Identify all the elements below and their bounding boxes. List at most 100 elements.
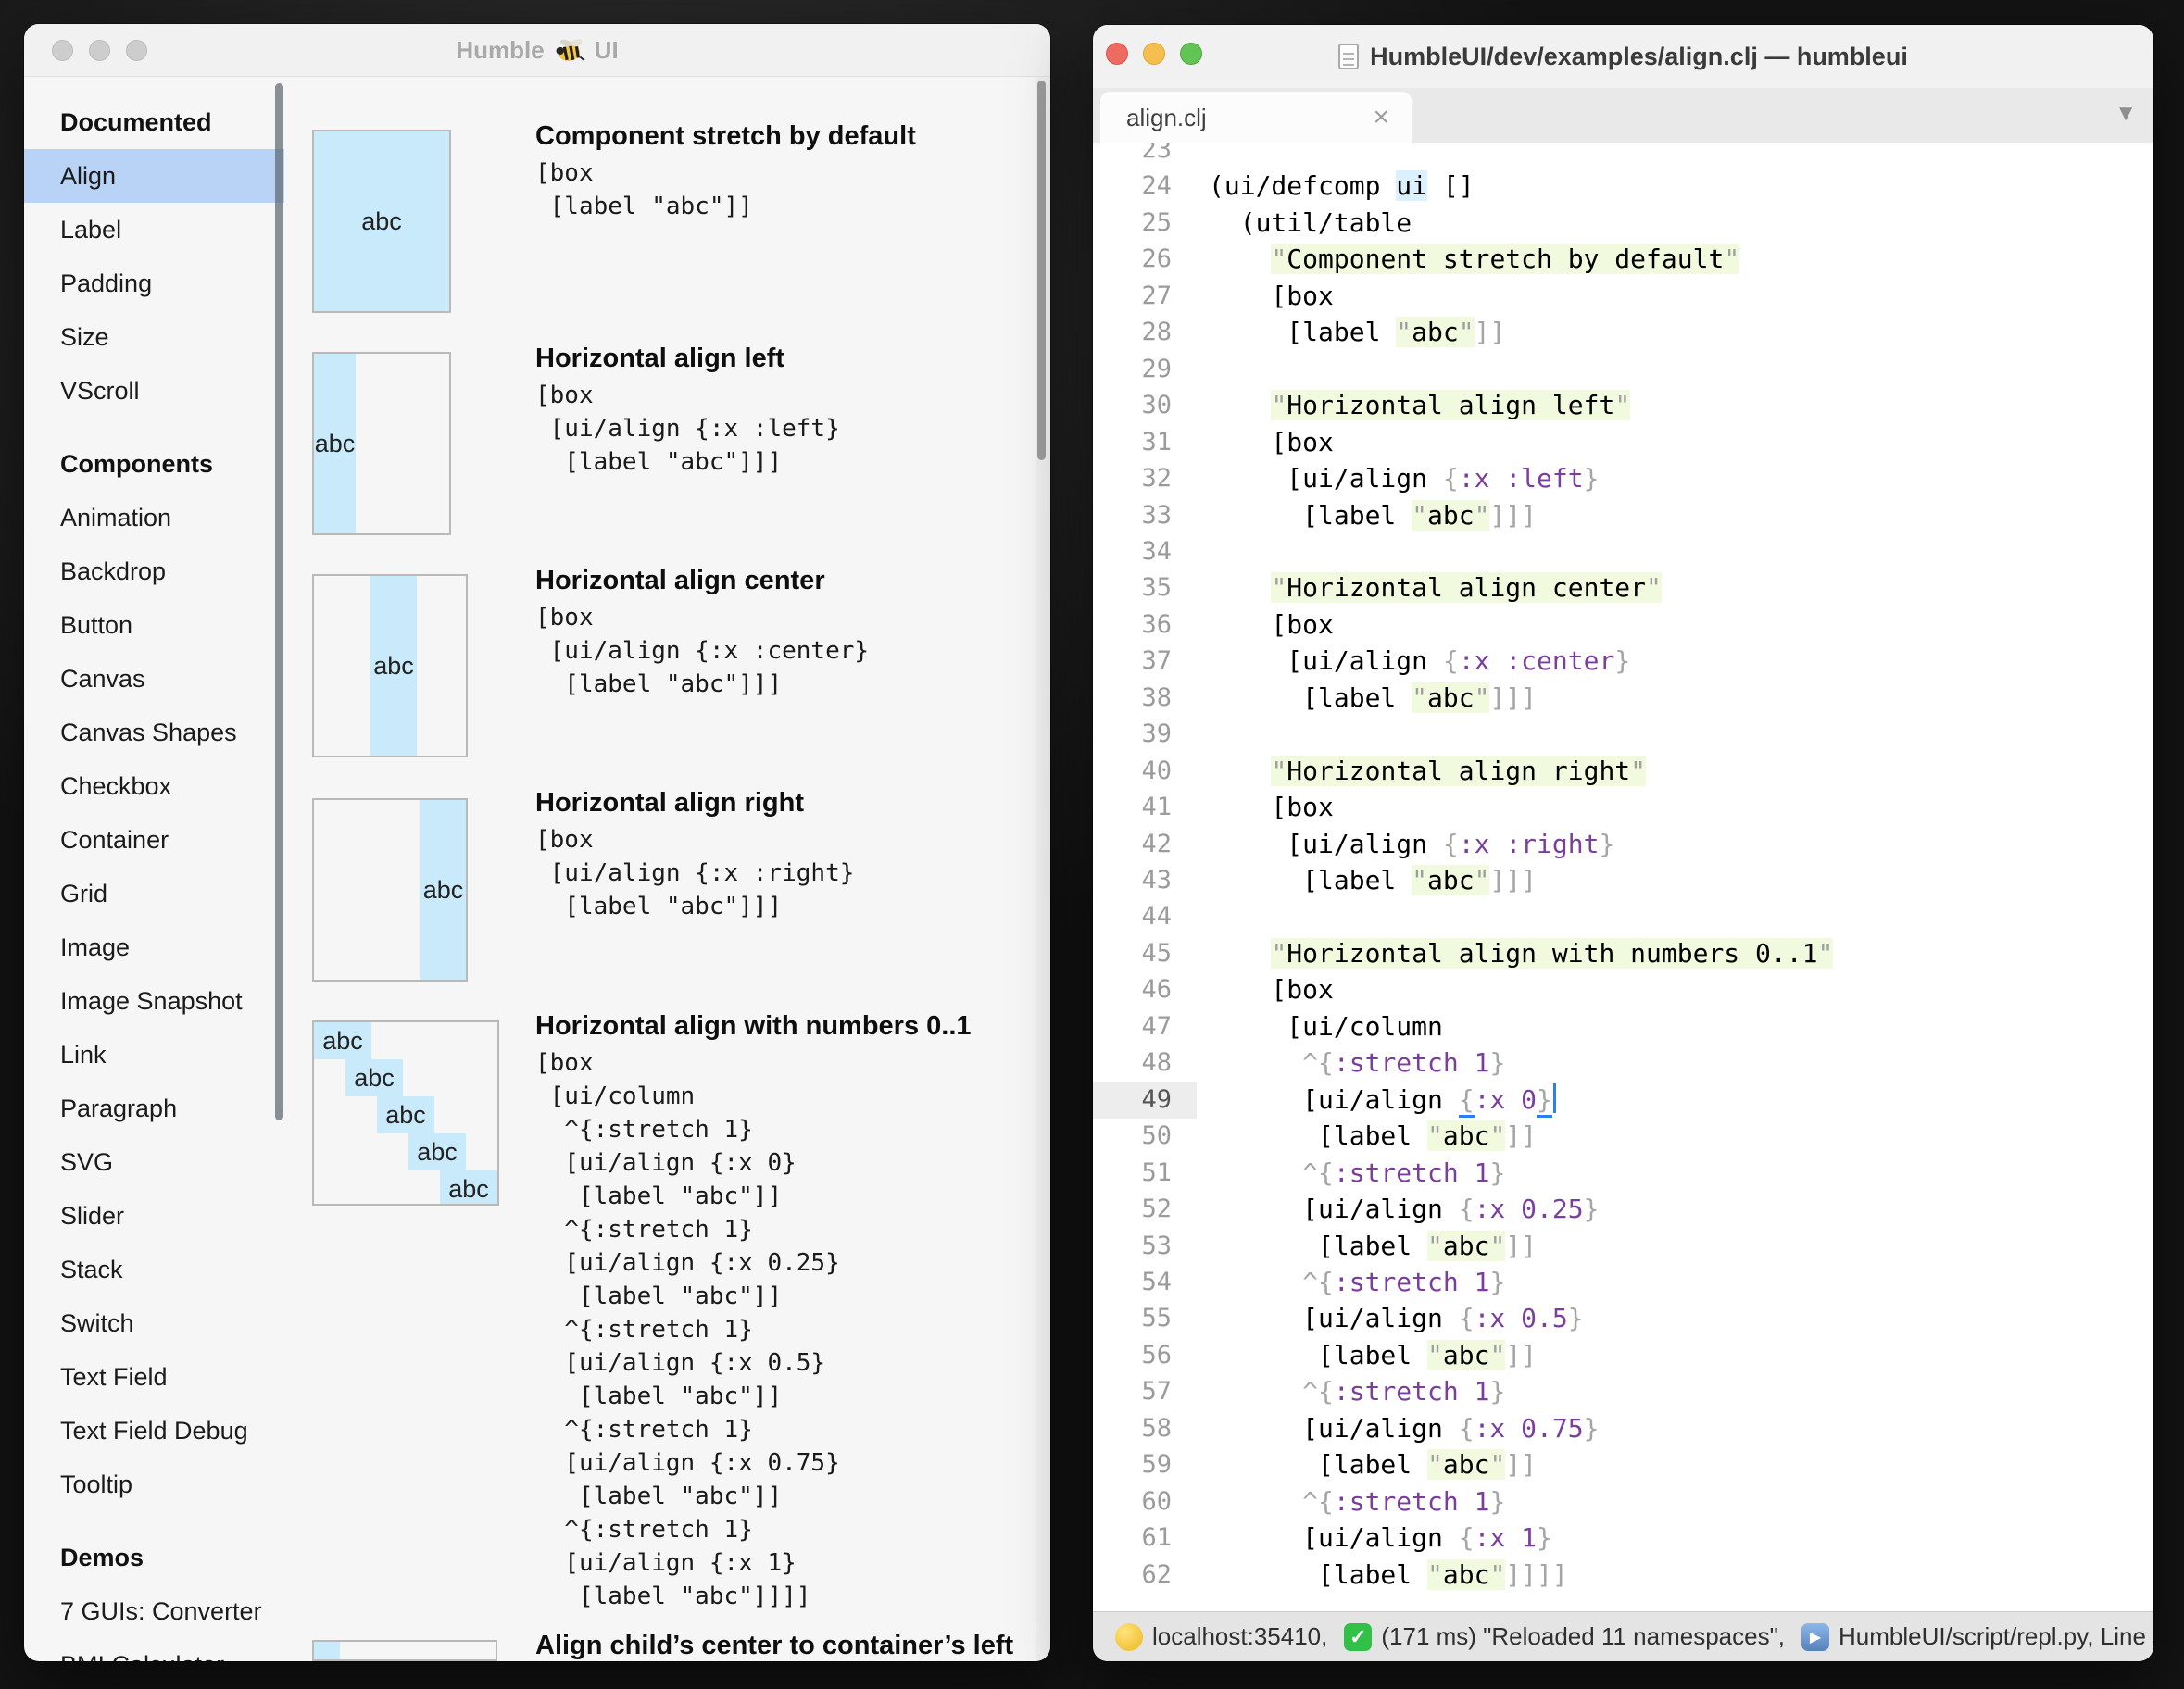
code-line[interactable]: 30 "Horizontal align left" (1093, 387, 2153, 424)
code-line[interactable]: 60 ^{:stretch 1} (1093, 1483, 2153, 1520)
code-line[interactable]: 58 [ui/align {:x 0.75} (1093, 1410, 2153, 1447)
code-line[interactable]: 50 [label "abc"]] (1093, 1118, 2153, 1155)
code-line[interactable]: 52 [ui/align {:x 0.25} (1093, 1191, 2153, 1228)
close-icon[interactable]: × (1373, 102, 1412, 133)
code-line[interactable]: 36 [box (1093, 607, 2153, 644)
sidebar-item-link[interactable]: Link (24, 1028, 284, 1082)
code-line[interactable]: 51 ^{:stretch 1} (1093, 1155, 2153, 1192)
sidebar-item-slider[interactable]: Slider (24, 1189, 284, 1243)
close-button[interactable] (52, 40, 73, 61)
code-line[interactable]: 28 [label "abc"]] (1093, 314, 2153, 351)
code-line[interactable]: 24(ui/defcomp ui [] (1093, 168, 2153, 205)
sidebar-scrollbar[interactable] (275, 83, 283, 1120)
zoom-button[interactable] (126, 40, 147, 61)
code-line[interactable]: 62 [label "abc"]]]] (1093, 1557, 2153, 1594)
sidebar-item-align[interactable]: Align (24, 149, 284, 203)
sidebar-item-tooltip[interactable]: Tooltip (24, 1458, 284, 1511)
sidebar-item-size[interactable]: Size (24, 310, 284, 364)
code-line[interactable]: 57 ^{:stretch 1} (1093, 1373, 2153, 1410)
sidebar-item-padding[interactable]: Padding (24, 256, 284, 310)
sidebar-item-7-guis-converter[interactable]: 7 GUIs: Converter (24, 1584, 284, 1638)
code-line[interactable]: 55 [ui/align {:x 0.5} (1093, 1300, 2153, 1337)
green-check-icon: ✓ (1344, 1623, 1372, 1651)
line-number: 28 (1093, 314, 1172, 351)
code-text: ^{:stretch 1} (1209, 1373, 1505, 1410)
code-line[interactable]: 40 "Horizontal align right" (1093, 753, 2153, 790)
sidebar-item-label[interactable]: Label (24, 203, 284, 256)
document-icon (1338, 44, 1359, 69)
status-bar: localhost:35410,✓(171 ms) "Reloaded 11 n… (1093, 1611, 2153, 1661)
status-text: HumbleUI/script/repl.py, Line 49, Column (1839, 1622, 2153, 1651)
code-line[interactable]: 45 "Horizontal align with numbers 0..1" (1093, 935, 2153, 972)
code-line[interactable]: 38 [label "abc"]]] (1093, 680, 2153, 717)
line-number: 34 (1093, 533, 1172, 570)
box-abc-label: abc (420, 800, 466, 980)
close-button[interactable] (1106, 43, 1128, 65)
sidebar-item-paragraph[interactable]: Paragraph (24, 1082, 284, 1135)
line-number: 54 (1093, 1264, 1172, 1301)
line-number: 32 (1093, 460, 1172, 497)
code-text: ^{:stretch 1} (1209, 1045, 1505, 1082)
zoom-button[interactable] (1180, 43, 1202, 65)
code-line[interactable]: 61 [ui/align {:x 1} (1093, 1520, 2153, 1557)
code-line[interactable]: 37 [ui/align {:x :center} (1093, 643, 2153, 680)
chevron-down-icon[interactable]: ▼ (2115, 101, 2137, 127)
minimize-button[interactable] (89, 40, 110, 61)
sidebar-item-button[interactable]: Button (24, 598, 284, 652)
sidebar-item-canvas-shapes[interactable]: Canvas Shapes (24, 706, 284, 759)
tab-align-clj[interactable]: align.clj × (1100, 92, 1412, 144)
line-number: 61 (1093, 1520, 1172, 1557)
content-scrollbar[interactable] (1037, 81, 1046, 460)
code-line[interactable]: 44 (1093, 898, 2153, 935)
code-line[interactable]: 35 "Horizontal align center" (1093, 569, 2153, 607)
code-line[interactable]: 32 [ui/align {:x :left} (1093, 460, 2153, 497)
sidebar-item-text-field-debug[interactable]: Text Field Debug (24, 1404, 284, 1458)
code-text: [box (1209, 424, 1334, 461)
code-line[interactable]: 41 [box (1093, 789, 2153, 826)
code-line[interactable]: 49 [ui/align {:x 0} (1093, 1082, 2153, 1119)
code-text: [box (1209, 607, 1334, 644)
code-line[interactable]: 43 [label "abc"]]] (1093, 862, 2153, 899)
code-line[interactable]: 25 (util/table (1093, 205, 2153, 242)
code-line[interactable]: 48 ^{:stretch 1} (1093, 1045, 2153, 1082)
code-line[interactable]: 34 (1093, 533, 2153, 570)
sidebar-item-svg[interactable]: SVG (24, 1135, 284, 1189)
code-text: [label "abc"]] (1209, 1228, 1537, 1265)
code-line[interactable]: 27 [box (1093, 278, 2153, 315)
code-line[interactable]: 29 (1093, 351, 2153, 388)
sidebar-item-text-field[interactable]: Text Field (24, 1350, 284, 1404)
line-number: 57 (1093, 1373, 1172, 1410)
sidebar-item-container[interactable]: Container (24, 813, 284, 867)
sidebar-item-bmi-calculator[interactable]: BMI Calculator (24, 1638, 284, 1661)
code-line[interactable]: 46 [box (1093, 971, 2153, 1008)
code-line[interactable]: 56 [label "abc"]] (1093, 1337, 2153, 1374)
sidebar-item-switch[interactable]: Switch (24, 1296, 284, 1350)
example-code: [box [ui/column ^{:stretch 1} [ui/align … (535, 1046, 840, 1613)
minimize-button[interactable] (1143, 43, 1165, 65)
line-number: 36 (1093, 607, 1172, 644)
sidebar-item-backdrop[interactable]: Backdrop (24, 544, 284, 598)
code-line[interactable]: 33 [label "abc"]]] (1093, 497, 2153, 534)
code-line[interactable]: 26 "Component stretch by default" (1093, 241, 2153, 278)
code-line[interactable]: 42 [ui/align {:x :right} (1093, 826, 2153, 863)
code-line[interactable]: 53 [label "abc"]] (1093, 1228, 2153, 1265)
sidebar-item-grid[interactable]: Grid (24, 867, 284, 920)
example-code: [box [ui/align {:x :left} [label "abc"]]… (535, 379, 840, 479)
sidebar-item-checkbox[interactable]: Checkbox (24, 759, 284, 813)
code-text: [label "abc"]] (1209, 314, 1505, 351)
sidebar-item-image-snapshot[interactable]: Image Snapshot (24, 974, 284, 1028)
code-line[interactable]: 39 (1093, 716, 2153, 753)
box-child-area: abc (440, 1170, 497, 1206)
sidebar-item-stack[interactable]: Stack (24, 1243, 284, 1296)
code-line[interactable]: 47 [ui/column (1093, 1008, 2153, 1045)
code-line[interactable]: 31 [box (1093, 424, 2153, 461)
code-line[interactable]: 59 [label "abc"]] (1093, 1446, 2153, 1483)
code-line[interactable]: 54 ^{:stretch 1} (1093, 1264, 2153, 1301)
sidebar-item-animation[interactable]: Animation (24, 491, 284, 544)
code-text: [label "abc"]] (1209, 1337, 1537, 1374)
sidebar-item-vscroll[interactable]: VScroll (24, 364, 284, 418)
code-editor[interactable]: 2324(ui/defcomp ui []25 (util/table26 "C… (1093, 143, 2153, 1611)
sidebar-item-canvas[interactable]: Canvas (24, 652, 284, 706)
sidebar-item-image[interactable]: Image (24, 920, 284, 974)
code-line[interactable]: 23 (1093, 143, 2153, 169)
